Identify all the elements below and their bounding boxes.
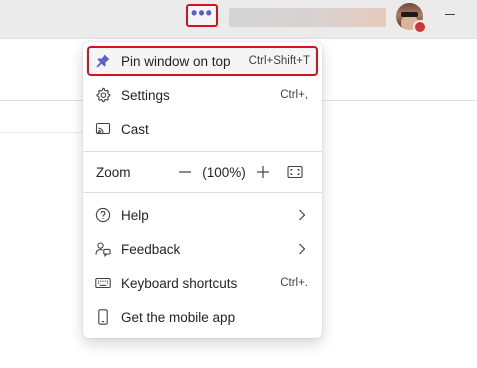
menu-item-label: Keyboard shortcuts [121, 275, 238, 291]
chevron-right-icon [298, 243, 306, 255]
menu-item-feedback[interactable]: Feedback [87, 234, 318, 264]
menu-item-cast[interactable]: Cast [87, 114, 318, 144]
search-box-redacted[interactable] [229, 8, 386, 27]
menu-item-label: Pin window on top [121, 53, 231, 69]
zoom-value: (100%) [202, 164, 246, 180]
menu-item-settings[interactable]: Settings Ctrl+, [87, 80, 318, 110]
plus-icon[interactable] [253, 162, 273, 182]
presence-busy-badge [413, 20, 427, 34]
menu-item-get-mobile-app[interactable]: Get the mobile app [87, 302, 318, 332]
zoom-label: Zoom [96, 164, 131, 180]
background-divider [0, 132, 90, 133]
shortcut-hint: Ctrl+, [280, 89, 308, 101]
menu-item-label: Cast [121, 121, 149, 137]
cast-icon [95, 121, 111, 137]
minus-icon[interactable] [175, 162, 195, 182]
minimize-icon[interactable] [445, 14, 455, 15]
menu-item-label: Get the mobile app [121, 309, 236, 325]
menu-divider [83, 192, 322, 193]
feedback-icon [95, 241, 111, 257]
shortcut-hint: Ctrl+Shift+T [248, 55, 310, 67]
more-horizontal-icon: ••• [191, 2, 213, 23]
title-bar: ••• [0, 0, 477, 39]
menu-divider [83, 151, 322, 152]
keyboard-icon [95, 275, 111, 291]
help-circle-icon [95, 207, 111, 223]
phone-icon [95, 309, 111, 325]
menu-item-label: Settings [121, 87, 170, 103]
pin-icon [95, 53, 111, 69]
more-options-button[interactable]: ••• [186, 4, 218, 27]
gear-icon [95, 87, 111, 103]
menu-item-keyboard-shortcuts[interactable]: Keyboard shortcuts Ctrl+. [87, 268, 318, 298]
menu-item-label: Feedback [121, 241, 181, 257]
zoom-control-row: Zoom (100%) [87, 157, 318, 187]
menu-item-label: Help [121, 207, 149, 223]
fit-screen-icon[interactable] [285, 162, 305, 182]
menu-item-pin-window[interactable]: Pin window on top Ctrl+Shift+T [87, 46, 318, 76]
shortcut-hint: Ctrl+. [280, 277, 308, 289]
settings-and-more-menu: Pin window on top Ctrl+Shift+T Settings … [83, 42, 322, 338]
chevron-right-icon [298, 209, 306, 221]
menu-item-help[interactable]: Help [87, 200, 318, 230]
